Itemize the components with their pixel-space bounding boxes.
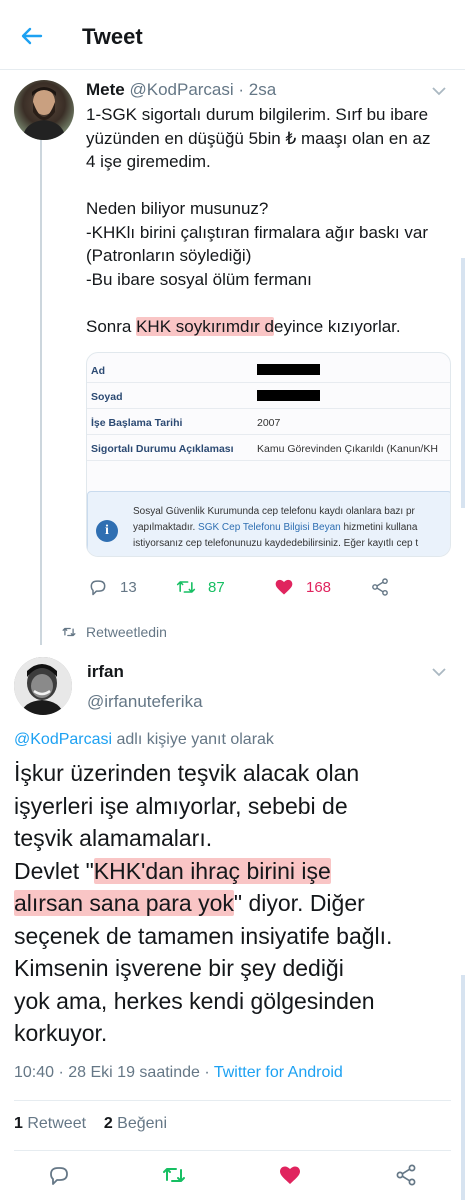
reply-context: @KodParcasi adlı kişiye yanıt olarak [14, 731, 274, 748]
share-icon [372, 578, 388, 596]
card-row: İşe Başlama Tarihi 2007 [87, 409, 450, 435]
tweet-actions [0, 1163, 465, 1191]
avatar[interactable] [14, 657, 72, 715]
top-bar: Tweet [0, 0, 465, 70]
caret-down-icon[interactable] [432, 667, 446, 677]
highlight: KHK soykırımdır d [136, 316, 275, 336]
info-link: SGK Cep Telefonu Bilgisi Beyan [198, 522, 341, 533]
tweet-line: -Bu ibare sosyal ölüm fermanı [86, 269, 312, 289]
card-label: Ad [91, 365, 105, 377]
thread-line [40, 140, 42, 645]
caret-down-icon[interactable] [432, 86, 446, 96]
tweet-line: Kimsenin işverene bir şey dediği [14, 955, 344, 981]
likes-stat[interactable]: 2 Beğeni [104, 1115, 167, 1132]
reply-icon [90, 580, 106, 596]
tweet-line: 4 işe giremedim. [86, 152, 211, 171]
tweet-line: (Patronların söylediği) [86, 246, 252, 265]
card-row: Soyad [87, 383, 450, 409]
share-icon[interactable] [394, 1163, 418, 1187]
retweet-button[interactable]: 87 [176, 574, 225, 600]
tweet-line: seçenek de tamamen insiyatife bağlı. [14, 922, 393, 949]
redaction-bar [257, 390, 320, 401]
tweet-line [86, 291, 456, 315]
tweet-text: 1-SGK sigortalı durum bilgilerim. Sırf b… [86, 103, 456, 338]
avatar[interactable] [14, 80, 74, 140]
retweeted-label: Retweetledin [86, 624, 167, 640]
highlight: alırsan sana para yok [14, 890, 234, 916]
tweet-time: · 2sa [238, 80, 277, 99]
card-value: 2007 [257, 417, 281, 429]
info-icon: i [96, 520, 118, 542]
retweet-icon[interactable] [162, 1163, 186, 1187]
tweet-line: -KHKlı birini çalıştıran firmalara ağır … [86, 222, 428, 242]
info-box: i Sosyal Güvenlik Kurumunda cep telefonu… [87, 491, 450, 556]
like-button[interactable]: 168 [274, 574, 331, 600]
tweet-line-highlighted: Sonra KHK soykırımdır deyince kızıyorlar… [86, 316, 401, 336]
tweet-actions: 13 87 168 [86, 574, 416, 600]
heart-icon [275, 579, 293, 595]
tweet-stats: 1 Retweet 2 Beğeni [14, 1115, 167, 1133]
highlight: KHK'dan ihraç birini işe [93, 857, 331, 884]
retweet-count: 87 [208, 578, 225, 596]
like-count: 168 [306, 578, 332, 596]
reply-icon[interactable] [47, 1163, 71, 1187]
tweet-line: Devlet "KHK'dan ihraç birini işe [14, 857, 331, 884]
tweet-line: teşvik alamamaları. [14, 825, 213, 851]
author-handle[interactable]: @irfanuteferika [87, 692, 203, 712]
redaction-bar [257, 364, 320, 375]
scrollbar[interactable] [461, 258, 465, 508]
tweet-line: yok ama, herkes kendi gölgesinden [14, 987, 375, 1014]
reply-count: 13 [120, 578, 137, 596]
tweet-line [86, 174, 456, 198]
tweet-line: alırsan sana para yok" diyor. Diğer [14, 890, 365, 916]
heart-icon[interactable] [278, 1163, 302, 1187]
divider [14, 1150, 451, 1151]
retweet-icon [176, 581, 196, 593]
attached-image[interactable]: Ad Soyad İşe Başlama Tarihi 2007 Sigorta… [86, 352, 451, 557]
page-title: Tweet [82, 24, 143, 49]
card-row: Ad [87, 357, 450, 383]
reply-button[interactable]: 13 [88, 574, 137, 600]
source-link[interactable]: Twitter for Android [214, 1064, 343, 1081]
card-label: İşe Başlama Tarihi [91, 417, 183, 429]
tweet-line: yüzünden en düşüğü 5bin ₺ maaşı olan en … [86, 128, 431, 148]
retweeted-indicator: Retweetledin [62, 624, 167, 640]
back-arrow-icon[interactable] [20, 24, 44, 48]
card-label: Sigortalı Durumu Açıklaması [91, 443, 234, 455]
tweet-line: Neden biliyor musunuz? [86, 199, 269, 218]
share-button[interactable] [370, 574, 390, 600]
tweet-timestamp: 10:40 · 28 Eki 19 saatinde · Twitter for… [14, 1064, 343, 1081]
retweet-icon [62, 627, 76, 637]
tweet-line: İşkur üzerinden teşvik alacak olan [14, 760, 360, 786]
card-label: Soyad [91, 391, 123, 403]
mention-link[interactable]: @KodParcasi [14, 731, 112, 748]
retweets-stat[interactable]: 1 Retweet [14, 1115, 86, 1132]
info-text: Sosyal Güvenlik Kurumunda cep telefonu k… [133, 506, 419, 549]
card-value: Kamu Görevinden Çıkarıldı (Kanun/KH [257, 443, 438, 455]
tweet-line: 1-SGK sigortalı durum bilgilerim. Sırf b… [86, 105, 429, 124]
tweet-header: Mete @KodParcasi · 2sa [86, 80, 276, 100]
divider [14, 1100, 451, 1101]
tweet-line: işyerleri işe almıyorlar, sebebi de [14, 792, 348, 819]
author-name[interactable]: irfan [87, 662, 124, 682]
tweet-text: İşkur üzerinden teşvik alacak olan işyer… [14, 757, 454, 1050]
author-name[interactable]: Mete [86, 80, 125, 99]
author-handle[interactable]: @KodParcasi [129, 80, 233, 99]
tweet-line: korkuyor. [14, 1020, 108, 1046]
card-row: Sigortalı Durumu Açıklaması Kamu Görevin… [87, 435, 450, 461]
